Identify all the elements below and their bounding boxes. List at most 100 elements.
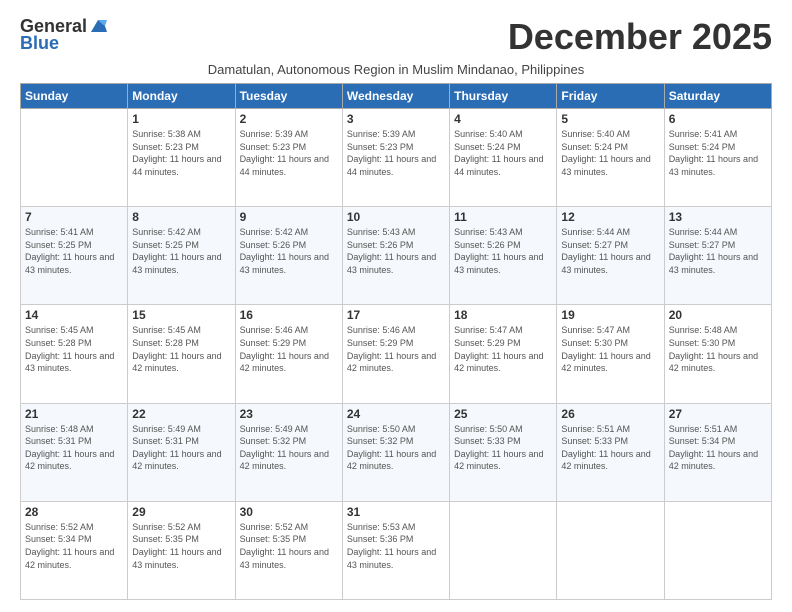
calendar-cell: 19 Sunrise: 5:47 AMSunset: 5:30 PMDayligh… (557, 305, 664, 403)
calendar-cell: 25 Sunrise: 5:50 AMSunset: 5:33 PMDayligh… (450, 403, 557, 501)
day-number: 30 (240, 505, 338, 519)
day-number: 13 (669, 210, 767, 224)
day-number: 12 (561, 210, 659, 224)
weekday-header-thursday: Thursday (450, 84, 557, 109)
weekday-header-sunday: Sunday (21, 84, 128, 109)
calendar-cell: 18 Sunrise: 5:47 AMSunset: 5:29 PMDayligh… (450, 305, 557, 403)
day-info: Sunrise: 5:50 AMSunset: 5:33 PMDaylight:… (454, 423, 552, 473)
calendar-header-row: SundayMondayTuesdayWednesdayThursdayFrid… (21, 84, 772, 109)
calendar-cell: 11 Sunrise: 5:43 AMSunset: 5:26 PMDayligh… (450, 207, 557, 305)
month-title: December 2025 (508, 16, 772, 58)
day-info: Sunrise: 5:51 AMSunset: 5:33 PMDaylight:… (561, 423, 659, 473)
day-number: 7 (25, 210, 123, 224)
weekday-header-saturday: Saturday (664, 84, 771, 109)
header: General Blue December 2025 (20, 16, 772, 58)
calendar-cell: 1 Sunrise: 5:38 AMSunset: 5:23 PMDaylight… (128, 109, 235, 207)
day-info: Sunrise: 5:51 AMSunset: 5:34 PMDaylight:… (669, 423, 767, 473)
calendar-cell: 30 Sunrise: 5:52 AMSunset: 5:35 PMDayligh… (235, 501, 342, 599)
day-info: Sunrise: 5:48 AMSunset: 5:31 PMDaylight:… (25, 423, 123, 473)
calendar-cell: 6 Sunrise: 5:41 AMSunset: 5:24 PMDaylight… (664, 109, 771, 207)
weekday-header-wednesday: Wednesday (342, 84, 449, 109)
day-info: Sunrise: 5:40 AMSunset: 5:24 PMDaylight:… (561, 128, 659, 178)
calendar-cell: 21 Sunrise: 5:48 AMSunset: 5:31 PMDayligh… (21, 403, 128, 501)
calendar-table: SundayMondayTuesdayWednesdayThursdayFrid… (20, 83, 772, 600)
calendar-week-row: 21 Sunrise: 5:48 AMSunset: 5:31 PMDayligh… (21, 403, 772, 501)
calendar-cell: 5 Sunrise: 5:40 AMSunset: 5:24 PMDaylight… (557, 109, 664, 207)
calendar-week-row: 28 Sunrise: 5:52 AMSunset: 5:34 PMDayligh… (21, 501, 772, 599)
day-info: Sunrise: 5:44 AMSunset: 5:27 PMDaylight:… (561, 226, 659, 276)
day-number: 1 (132, 112, 230, 126)
page: General Blue December 2025 Damatulan, Au… (0, 0, 792, 612)
calendar-cell: 9Sunrise: 5:42 AMSunset: 5:26 PMDaylight… (235, 207, 342, 305)
calendar-cell: 15 Sunrise: 5:45 AMSunset: 5:28 PMDayligh… (128, 305, 235, 403)
calendar-cell: 13 Sunrise: 5:44 AMSunset: 5:27 PMDayligh… (664, 207, 771, 305)
logo-blue-text: Blue (20, 33, 59, 54)
day-info: Sunrise: 5:52 AMSunset: 5:35 PMDaylight:… (240, 521, 338, 571)
calendar-week-row: 14 Sunrise: 5:45 AMSunset: 5:28 PMDayligh… (21, 305, 772, 403)
day-number: 31 (347, 505, 445, 519)
day-info: Sunrise: 5:52 AMSunset: 5:34 PMDaylight:… (25, 521, 123, 571)
calendar-cell: 10 Sunrise: 5:43 AMSunset: 5:26 PMDayligh… (342, 207, 449, 305)
title-block: December 2025 (508, 16, 772, 58)
day-info: Sunrise: 5:42 AMSunset: 5:25 PMDaylight:… (132, 226, 230, 276)
day-number: 25 (454, 407, 552, 421)
day-number: 17 (347, 308, 445, 322)
day-number: 6 (669, 112, 767, 126)
day-number: 8 (132, 210, 230, 224)
calendar-cell (21, 109, 128, 207)
day-number: 19 (561, 308, 659, 322)
calendar-cell: 28 Sunrise: 5:52 AMSunset: 5:34 PMDayligh… (21, 501, 128, 599)
day-info: Sunrise: 5:52 AMSunset: 5:35 PMDaylight:… (132, 521, 230, 571)
calendar-cell: 14 Sunrise: 5:45 AMSunset: 5:28 PMDayligh… (21, 305, 128, 403)
calendar-cell: 17 Sunrise: 5:46 AMSunset: 5:29 PMDayligh… (342, 305, 449, 403)
calendar-cell: 2 Sunrise: 5:39 AMSunset: 5:23 PMDaylight… (235, 109, 342, 207)
day-number: 24 (347, 407, 445, 421)
day-info: Sunrise: 5:43 AMSunset: 5:26 PMDaylight:… (347, 226, 445, 276)
day-info: Sunrise: 5:38 AMSunset: 5:23 PMDaylight:… (132, 128, 230, 178)
calendar-cell (557, 501, 664, 599)
day-info: Sunrise: 5:39 AMSunset: 5:23 PMDaylight:… (240, 128, 338, 178)
calendar-cell: 12 Sunrise: 5:44 AMSunset: 5:27 PMDayligh… (557, 207, 664, 305)
day-number: 18 (454, 308, 552, 322)
day-info: Sunrise: 5:41 AMSunset: 5:24 PMDaylight:… (669, 128, 767, 178)
day-info: Sunrise: 5:43 AMSunset: 5:26 PMDaylight:… (454, 226, 552, 276)
day-info: Sunrise: 5:46 AMSunset: 5:29 PMDaylight:… (240, 324, 338, 374)
day-number: 4 (454, 112, 552, 126)
day-info: Sunrise: 5:47 AMSunset: 5:30 PMDaylight:… (561, 324, 659, 374)
day-info: Sunrise: 5:41 AMSunset: 5:25 PMDaylight:… (25, 226, 123, 276)
day-number: 9 (240, 210, 338, 224)
day-info: Sunrise: 5:45 AMSunset: 5:28 PMDaylight:… (132, 324, 230, 374)
calendar-cell (450, 501, 557, 599)
calendar-cell: 8 Sunrise: 5:42 AMSunset: 5:25 PMDaylight… (128, 207, 235, 305)
calendar-cell: 16Sunrise: 5:46 AMSunset: 5:29 PMDayligh… (235, 305, 342, 403)
weekday-header-tuesday: Tuesday (235, 84, 342, 109)
day-number: 15 (132, 308, 230, 322)
day-info: Sunrise: 5:45 AMSunset: 5:28 PMDaylight:… (25, 324, 123, 374)
day-info: Sunrise: 5:49 AMSunset: 5:32 PMDaylight:… (240, 423, 338, 473)
calendar-cell: 23 Sunrise: 5:49 AMSunset: 5:32 PMDayligh… (235, 403, 342, 501)
calendar-cell: 7 Sunrise: 5:41 AMSunset: 5:25 PMDaylight… (21, 207, 128, 305)
day-info: Sunrise: 5:46 AMSunset: 5:29 PMDaylight:… (347, 324, 445, 374)
day-number: 14 (25, 308, 123, 322)
day-info: Sunrise: 5:50 AMSunset: 5:32 PMDaylight:… (347, 423, 445, 473)
day-number: 28 (25, 505, 123, 519)
day-number: 5 (561, 112, 659, 126)
day-number: 27 (669, 407, 767, 421)
day-number: 2 (240, 112, 338, 126)
calendar-cell (664, 501, 771, 599)
logo: General Blue (20, 16, 107, 54)
day-number: 11 (454, 210, 552, 224)
day-number: 3 (347, 112, 445, 126)
day-number: 21 (25, 407, 123, 421)
calendar-cell: 22Sunrise: 5:49 AMSunset: 5:31 PMDayligh… (128, 403, 235, 501)
calendar-cell: 29Sunrise: 5:52 AMSunset: 5:35 PMDayligh… (128, 501, 235, 599)
day-info: Sunrise: 5:44 AMSunset: 5:27 PMDaylight:… (669, 226, 767, 276)
calendar-cell: 4Sunrise: 5:40 AMSunset: 5:24 PMDaylight… (450, 109, 557, 207)
day-info: Sunrise: 5:47 AMSunset: 5:29 PMDaylight:… (454, 324, 552, 374)
weekday-header-monday: Monday (128, 84, 235, 109)
day-number: 10 (347, 210, 445, 224)
day-number: 26 (561, 407, 659, 421)
calendar-cell: 31Sunrise: 5:53 AMSunset: 5:36 PMDayligh… (342, 501, 449, 599)
logo-icon (89, 18, 107, 34)
day-number: 23 (240, 407, 338, 421)
